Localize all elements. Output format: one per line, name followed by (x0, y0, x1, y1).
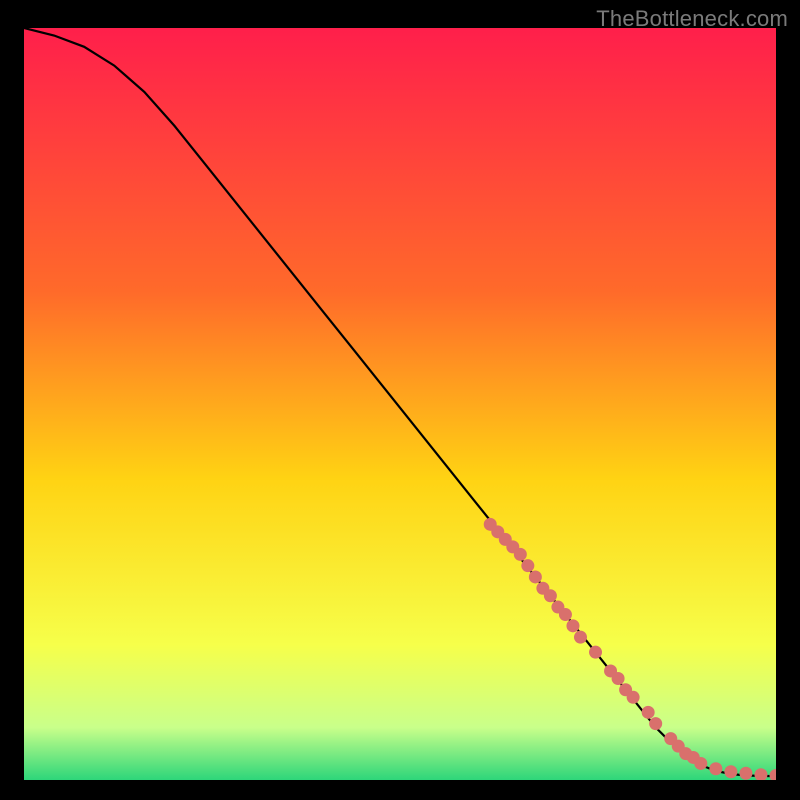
scatter-point (649, 717, 662, 730)
scatter-point (627, 691, 640, 704)
chart-stage: TheBottleneck.com (0, 0, 800, 800)
scatter-point (529, 570, 542, 583)
scatter-point (739, 767, 752, 780)
scatter-point (694, 757, 707, 770)
chart-svg (24, 28, 776, 780)
scatter-point (559, 608, 572, 621)
scatter-point (544, 589, 557, 602)
scatter-point (612, 672, 625, 685)
scatter-point (642, 706, 655, 719)
gradient-background (24, 28, 776, 780)
scatter-point (514, 548, 527, 561)
scatter-point (521, 559, 534, 572)
scatter-point (589, 646, 602, 659)
plot-area (24, 28, 776, 780)
scatter-point (566, 619, 579, 632)
scatter-point (574, 631, 587, 644)
scatter-point (709, 762, 722, 775)
scatter-point (724, 765, 737, 778)
